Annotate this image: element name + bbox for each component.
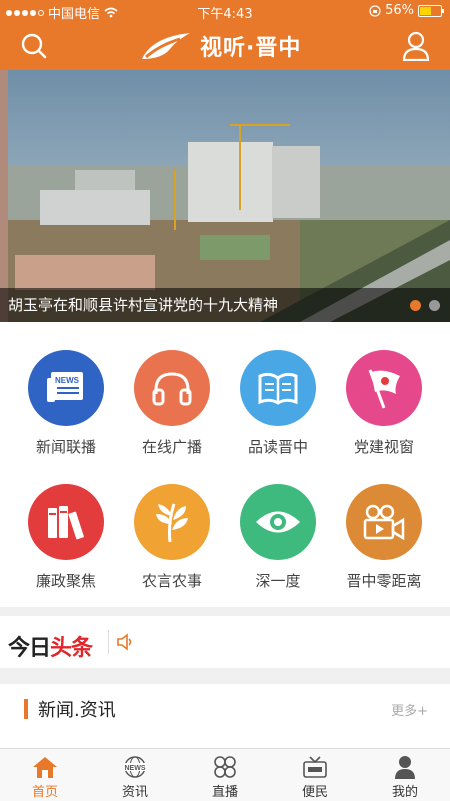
video-camera-icon: [363, 504, 405, 541]
clock: 下午4:43: [197, 7, 253, 22]
grid-label: 廉政聚焦: [35, 572, 96, 590]
feature-grid: NEWS 新闻联播 在线广播 品读晋中 党建视窗 廉政聚焦 农言农事 深一度 晋…: [0, 322, 450, 607]
pager-dot-1[interactable]: [410, 300, 421, 311]
tab-home[interactable]: 首页: [0, 755, 90, 800]
grid-label: 品读晋中: [247, 438, 308, 456]
tv-icon: [303, 756, 327, 778]
divider: [108, 630, 109, 654]
status-bar: 中国电信 下午4:43 56%: [0, 0, 450, 22]
grid-label: 深一度: [255, 572, 301, 590]
svg-text:NEWS: NEWS: [125, 765, 146, 772]
logo-leaf-icon: [142, 33, 190, 59]
eye-icon: [256, 511, 300, 533]
grid-item-jinzhong-zero-distance[interactable]: 晋中零距离: [328, 484, 440, 591]
tab-news[interactable]: NEWS 资讯: [90, 755, 180, 800]
home-icon: [33, 757, 57, 778]
banner-image: [0, 70, 450, 322]
headphones-icon: [152, 372, 192, 406]
top-nav-bar: 视听·晋中: [0, 22, 450, 70]
banner-caption[interactable]: 胡玉亭在和顺县许村宣讲党的十九大精神: [0, 288, 450, 322]
grid-icon-circle: [134, 350, 210, 426]
party-flag-icon: [368, 369, 400, 409]
grid-icon-circle: [240, 484, 316, 560]
grid-icon-circle: [134, 484, 210, 560]
speaker-icon: [117, 633, 132, 651]
today-headlines-bar[interactable]: 今日头条: [0, 616, 450, 668]
more-link[interactable]: 更多+: [391, 700, 428, 719]
grid-item-in-depth[interactable]: 深一度: [222, 484, 334, 591]
battery-icon: [418, 4, 444, 17]
banner-caption-text: 胡玉亭在和顺县许村宣讲党的十九大精神: [8, 296, 279, 314]
pager-dot-2[interactable]: [429, 300, 440, 311]
grid-icon-circle: [240, 350, 316, 426]
open-book-icon: [258, 372, 298, 405]
headline-brand-b: 头条: [50, 636, 93, 661]
headline-brand: 今日头条: [8, 630, 93, 662]
user-profile-icon[interactable]: [402, 31, 430, 61]
section-accent-bar: [24, 699, 28, 719]
grid-icon-circle: NEWS: [28, 350, 104, 426]
grid-label: 在线广播: [141, 438, 202, 456]
grid-item-integrity-focus[interactable]: 廉政聚焦: [10, 484, 122, 591]
grid-label: 农言农事: [141, 572, 202, 590]
grid-label: 新闻联播: [35, 438, 96, 456]
grid-item-news-broadcast[interactable]: NEWS 新闻联播: [10, 350, 122, 457]
clover-icon: [214, 756, 236, 778]
wheat-icon: [156, 503, 188, 543]
grid-icon-circle: [28, 484, 104, 560]
banner-carousel[interactable]: 胡玉亭在和顺县许村宣讲党的十九大精神: [0, 70, 450, 322]
app-title: 视听·晋中: [200, 36, 302, 61]
tab-label: 直播: [211, 785, 238, 800]
person-icon: [395, 756, 415, 779]
grid-label: 晋中零距离: [346, 572, 422, 590]
bottom-tab-bar: 首页 NEWS 资讯 直播 便民 我的: [0, 748, 450, 801]
news-icon: NEWS: [47, 372, 83, 402]
news-globe-icon: NEWS: [124, 756, 146, 778]
section-title: 新闻.资讯: [38, 700, 116, 721]
svg-text:NEWS: NEWS: [55, 376, 80, 385]
grid-item-party-window[interactable]: 党建视窗: [328, 350, 440, 457]
tab-label: 首页: [31, 785, 58, 800]
search-icon[interactable]: [20, 32, 48, 60]
grid-icon-circle: [346, 484, 422, 560]
carousel-pager[interactable]: [410, 300, 440, 311]
battery-percent: 56%: [385, 3, 414, 18]
tab-mine[interactable]: 我的: [360, 755, 450, 800]
tab-live[interactable]: 直播: [180, 755, 270, 800]
tab-convenience[interactable]: 便民: [270, 755, 360, 800]
tab-label: 资讯: [121, 785, 148, 800]
grid-item-farming[interactable]: 农言农事: [116, 484, 228, 591]
rotation-lock-icon: [369, 4, 381, 17]
grid-icon-circle: [346, 350, 422, 426]
status-right: 56%: [369, 3, 444, 18]
headline-brand-a: 今日: [8, 636, 51, 661]
grid-item-read-jinzhong[interactable]: 品读晋中: [222, 350, 334, 457]
grid-label: 党建视窗: [353, 438, 414, 456]
app-logo: 视听·晋中: [140, 28, 301, 64]
tab-label: 便民: [301, 785, 328, 800]
tab-label: 我的: [391, 785, 418, 800]
grid-item-online-radio[interactable]: 在线广播: [116, 350, 228, 457]
news-section: 新闻.资讯 更多+: [0, 684, 450, 748]
books-icon: [48, 506, 84, 540]
